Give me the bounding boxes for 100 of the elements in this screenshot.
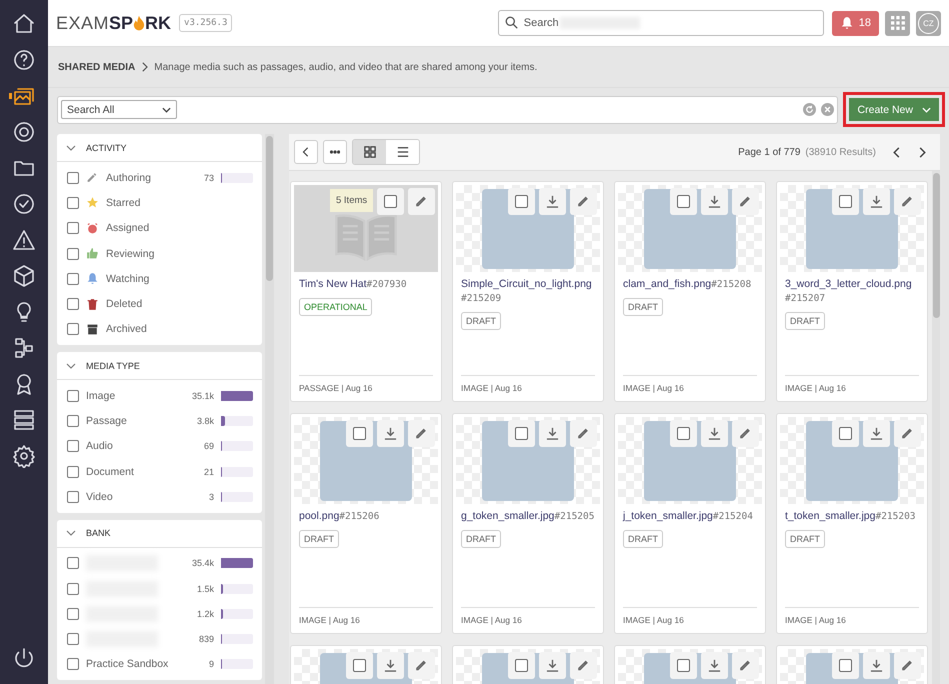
scrollbar[interactable] [265,134,274,684]
filter-header[interactable]: BANK [57,520,262,548]
checkbox[interactable] [839,427,852,440]
checkbox[interactable] [67,582,79,594]
checkbox[interactable] [67,415,79,428]
download-button[interactable] [539,652,566,679]
scrollbar[interactable] [932,171,940,684]
media-title[interactable]: 3_word_3_letter_cloud.png #215207 [780,272,924,306]
hierarchy-icon[interactable] [12,336,36,360]
download-button[interactable] [539,188,566,215]
checkbox[interactable] [677,427,690,440]
scope-dropdown[interactable]: Search All [61,100,177,119]
help-icon[interactable] [12,48,36,72]
select-button[interactable] [832,420,859,447]
checkbox[interactable] [67,658,79,670]
checkbox[interactable] [67,490,79,503]
checkbox[interactable] [353,659,366,672]
media-card[interactable]: g_token_smaller.jpg#215205 DRAFT IMAGE | Aug 16 [452,413,604,634]
select-button[interactable] [670,188,697,215]
media-title[interactable]: g_token_smaller.jpg#215205 [456,504,600,524]
select-button[interactable] [508,420,535,447]
download-button[interactable] [701,420,728,447]
checkbox[interactable] [839,659,852,672]
checkbox[interactable] [67,298,79,310]
power-icon[interactable] [12,646,36,670]
next-page-icon[interactable] [918,146,926,158]
edit-button[interactable] [732,420,759,447]
edit-button[interactable] [732,188,759,215]
grid-view-button[interactable] [353,140,386,164]
edit-button[interactable] [408,188,435,215]
checkbox[interactable] [839,195,852,208]
checkbox[interactable] [67,608,79,620]
checkbox[interactable] [67,557,79,570]
select-button[interactable] [670,420,697,447]
search-input-field[interactable]: Search All [57,96,838,124]
checkbox[interactable] [67,272,79,285]
more-button[interactable] [323,140,347,164]
media-title[interactable]: pool.png#215206 [294,504,438,524]
edit-button[interactable] [408,652,435,679]
target-icon[interactable] [12,120,36,144]
edit-button[interactable] [894,420,921,447]
select-button[interactable] [670,652,697,679]
warning-icon[interactable] [12,228,36,252]
filter-header[interactable]: ACTIVITY [57,134,262,162]
edit-button[interactable] [570,420,597,447]
download-button[interactable] [863,652,890,679]
select-button[interactable] [377,188,404,215]
checkbox[interactable] [515,195,528,208]
select-button[interactable] [508,188,535,215]
select-button[interactable] [346,420,373,447]
list-view-button[interactable] [386,140,419,164]
edit-button[interactable] [570,188,597,215]
filter-header[interactable]: MEDIA TYPE [57,352,262,380]
media-card[interactable]: 5 Items Tim's New Hat#207930 OPERATIONAL PASSAGE | Aug 16 [290,181,442,402]
checkbox[interactable] [515,659,528,672]
media-title[interactable]: clam_and_fish.png#215208 [618,272,762,292]
home-icon[interactable] [12,12,36,36]
media-card[interactable]: Simple_Circuit_no_light.png #215209 DRAFT IMAGE | Aug 16 [452,181,604,402]
edit-button[interactable] [894,188,921,215]
checkbox[interactable] [67,248,79,260]
select-button[interactable] [832,652,859,679]
settings-icon[interactable] [12,444,36,468]
edit-button[interactable] [732,652,759,679]
checkbox[interactable] [67,172,79,184]
checkbox[interactable] [67,196,79,209]
server-icon[interactable] [12,408,36,432]
media-title[interactable]: Simple_Circuit_no_light.png #215209 [456,272,600,306]
checkbox[interactable] [67,390,79,402]
media-title[interactable]: t_token_smaller.jpg#215203 [780,504,924,524]
download-button[interactable] [701,188,728,215]
checkbox[interactable] [515,427,528,440]
download-button[interactable] [377,652,404,679]
edit-button[interactable] [408,420,435,447]
select-button[interactable] [832,188,859,215]
media-title[interactable]: j_token_smaller.jpg#215204 [618,504,762,524]
edit-button[interactable] [894,652,921,679]
media-card[interactable]: 3_word_3_letter_cloud.png #215207 DRAFT IMAGE | Aug 16 [776,181,928,402]
cube-icon[interactable] [12,264,36,288]
checkbox[interactable] [384,195,397,208]
select-button[interactable] [346,652,373,679]
media-card[interactable]: t_token_smaller.jpg#215203 DRAFT IMAGE | Aug 16 [776,413,928,634]
checkbox[interactable] [67,323,79,336]
media-card[interactable]: pool.png#215206 DRAFT IMAGE | Aug 16 [290,413,442,634]
media-card[interactable]: j_token_smaller.jpg#215204 DRAFT IMAGE | Aug 16 [614,413,766,634]
breadcrumb-link[interactable]: SHARED MEDIA [58,62,136,72]
download-button[interactable] [863,420,890,447]
previous-page-icon[interactable] [893,146,901,158]
checkbox[interactable] [677,659,690,672]
download-button[interactable] [863,188,890,215]
download-button[interactable] [701,652,728,679]
checkbox[interactable] [677,195,690,208]
checkbox[interactable] [67,633,79,646]
checkbox[interactable] [67,440,79,452]
download-button[interactable] [377,420,404,447]
edit-button[interactable] [570,652,597,679]
checkbox[interactable] [67,466,79,478]
back-button[interactable] [294,140,318,164]
checkbox[interactable] [67,222,79,234]
media-card[interactable]: clam_and_fish.png#215208 DRAFT IMAGE | Aug 16 [614,181,766,402]
select-button[interactable] [508,652,535,679]
